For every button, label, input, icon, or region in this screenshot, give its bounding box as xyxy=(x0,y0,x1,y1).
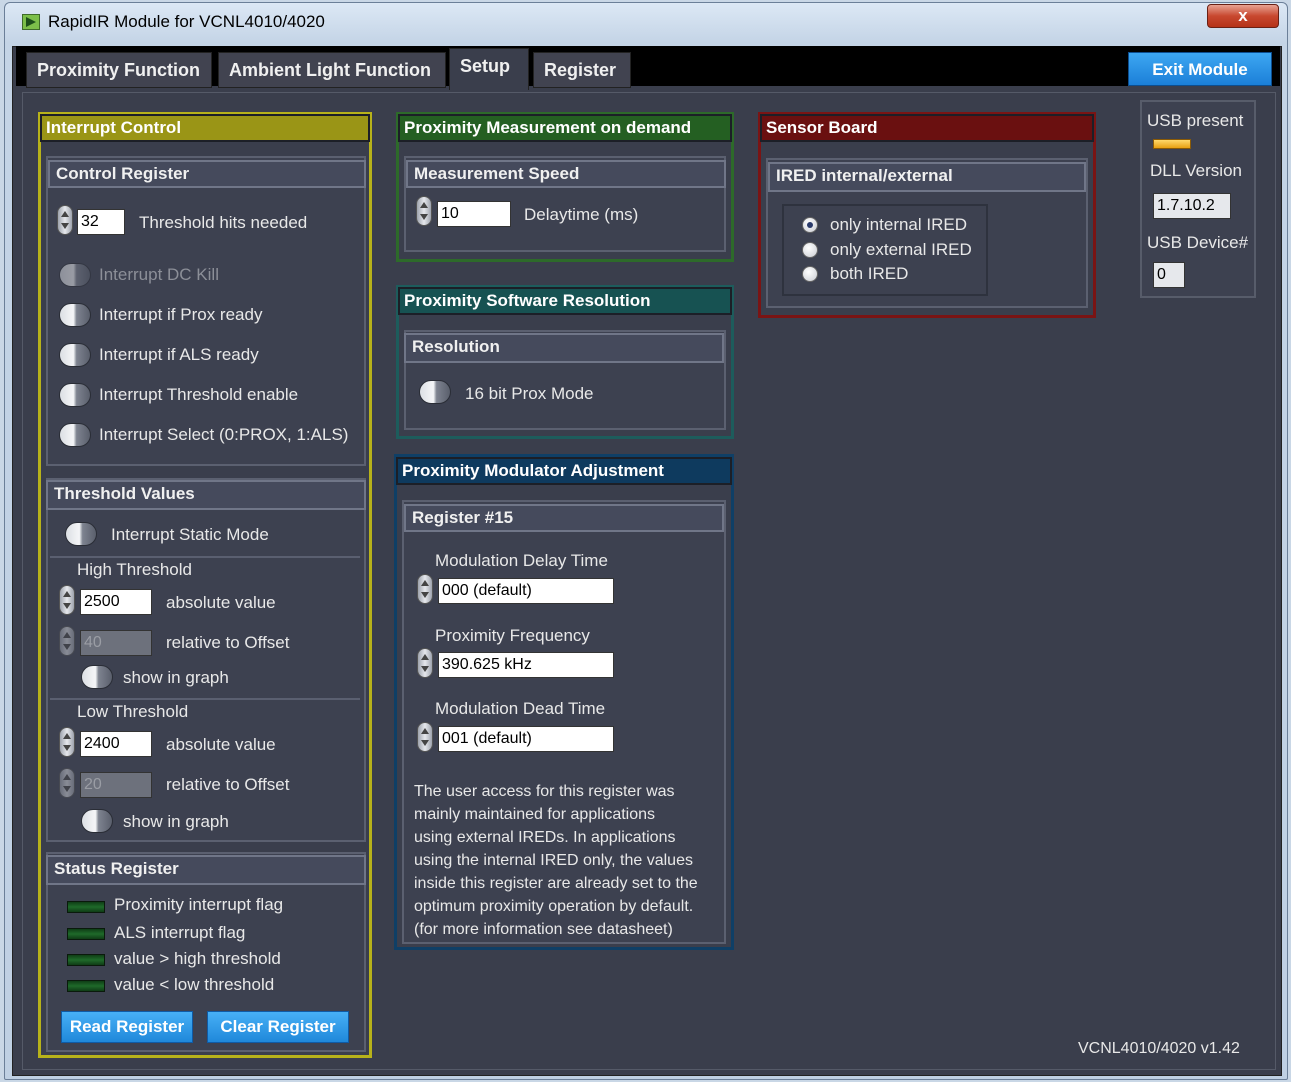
interrupt-static-mode-toggle[interactable] xyxy=(65,522,97,546)
interrupt-prox-ready-toggle[interactable] xyxy=(59,303,91,327)
app-icon xyxy=(22,14,40,30)
modulation-delay-stepper[interactable] xyxy=(417,574,433,604)
usb-device-label: USB Device# xyxy=(1147,233,1249,252)
interrupt-als-ready-label: Interrupt if ALS ready xyxy=(99,345,259,364)
only-external-ired-radio[interactable] xyxy=(802,242,818,258)
high-show-in-graph-label: show in graph xyxy=(123,668,229,687)
register-note-line: mainly maintained for applications xyxy=(414,806,656,823)
window-title: RapidIR Module for VCNL4010/4020 xyxy=(48,12,325,31)
measurement-speed-title: Measurement Speed xyxy=(406,160,726,188)
high-absolute-label: absolute value xyxy=(166,593,276,612)
high-show-in-graph-toggle[interactable] xyxy=(81,665,113,689)
proximity-frequency-stepper[interactable] xyxy=(417,648,433,678)
prox-on-demand-title: Proximity Measurement on demand xyxy=(398,114,732,142)
above-high-label: value > high threshold xyxy=(114,949,281,968)
interrupt-static-mode-label: Interrupt Static Mode xyxy=(111,525,269,544)
proximity-frequency-label: Proximity Frequency xyxy=(435,626,590,645)
register-note-line: using the internal IRED only, the values xyxy=(414,852,693,869)
register-note-line: using external IREDs. In applications xyxy=(414,829,676,846)
status-register-title: Status Register xyxy=(46,855,366,885)
tab-proximity-function[interactable]: Proximity Function xyxy=(26,52,212,88)
prox-resolution-title: Proximity Software Resolution xyxy=(398,287,732,315)
below-low-led xyxy=(67,980,105,992)
only-internal-ired-radio[interactable] xyxy=(802,217,818,233)
low-relative-field[interactable]: 20 xyxy=(80,772,152,798)
proximity-frequency-field[interactable]: 390.625 kHz xyxy=(438,652,614,678)
low-show-in-graph-toggle[interactable] xyxy=(81,809,113,833)
control-register-title: Control Register xyxy=(48,160,366,188)
threshold-hits-label: Threshold hits needed xyxy=(139,213,308,232)
tab-ambient-light-function[interactable]: Ambient Light Function xyxy=(218,52,446,88)
register15-title: Register #15 xyxy=(404,504,724,532)
als-interrupt-label: ALS interrupt flag xyxy=(114,923,246,942)
delaytime-field[interactable]: 10 xyxy=(437,201,511,227)
above-high-led xyxy=(67,954,105,966)
interrupt-select-label: Interrupt Select (0:PROX, 1:ALS) xyxy=(99,425,349,444)
high-relative-field[interactable]: 40 xyxy=(80,630,152,656)
proximity-interrupt-label: Proximity interrupt flag xyxy=(114,895,284,914)
exit-module-button[interactable]: Exit Module xyxy=(1128,52,1272,86)
modulator-title: Proximity Modulator Adjustment xyxy=(396,457,732,485)
threshold-values-title: Threshold Values xyxy=(46,480,366,510)
modulation-dead-time-label: Modulation Dead Time xyxy=(435,699,606,718)
register-note-line: optimum proximity operation by default. xyxy=(414,898,694,915)
read-register-button[interactable]: Read Register xyxy=(61,1011,193,1043)
16bit-prox-mode-label: 16 bit Prox Mode xyxy=(465,384,594,403)
als-interrupt-led xyxy=(67,928,105,940)
usb-present-led xyxy=(1153,139,1191,149)
interrupt-threshold-enable-toggle[interactable] xyxy=(59,383,91,407)
only-internal-ired-label: only internal IRED xyxy=(830,215,968,234)
modulation-dead-time-field[interactable]: 001 (default) xyxy=(438,726,614,752)
dll-version-field: 1.7.10.2 xyxy=(1153,193,1231,219)
resolution-title: Resolution xyxy=(404,333,724,363)
delaytime-stepper[interactable] xyxy=(416,196,432,226)
usb-device-field: 0 xyxy=(1153,262,1185,288)
close-button[interactable]: x xyxy=(1207,4,1279,28)
version-label: VCNL4010/4020 v1.42 xyxy=(1078,1040,1240,1057)
delaytime-label: Delaytime (ms) xyxy=(524,205,639,224)
modulation-dead-time-stepper[interactable] xyxy=(417,722,433,752)
ired-title: IRED internal/external xyxy=(768,162,1086,192)
interrupt-threshold-enable-label: Interrupt Threshold enable xyxy=(99,385,299,404)
high-relative-label: relative to Offset xyxy=(166,633,290,652)
interrupt-als-ready-toggle[interactable] xyxy=(59,343,91,367)
threshold-hits-stepper[interactable] xyxy=(57,205,73,235)
register-note-line: inside this register are already set to … xyxy=(414,875,698,892)
register-note-line: (for more information see datasheet) xyxy=(414,921,673,938)
below-low-label: value < low threshold xyxy=(114,975,275,994)
divider xyxy=(50,698,360,700)
divider xyxy=(50,556,360,558)
modulation-delay-label: Modulation Delay Time xyxy=(435,551,608,570)
low-absolute-stepper[interactable] xyxy=(59,727,75,757)
high-absolute-field[interactable]: 2500 xyxy=(80,589,152,615)
low-show-in-graph-label: show in graph xyxy=(123,812,229,831)
both-ired-radio[interactable] xyxy=(802,266,818,282)
low-threshold-title: Low Threshold xyxy=(77,702,189,721)
both-ired-label: both IRED xyxy=(830,264,909,283)
register-note-line: The user access for this register was xyxy=(414,783,675,800)
interrupt-dc-kill-label: Interrupt DC Kill xyxy=(99,265,219,284)
high-absolute-stepper[interactable] xyxy=(59,585,75,615)
usb-present-label: USB present xyxy=(1147,111,1244,130)
interrupt-prox-ready-label: Interrupt if Prox ready xyxy=(99,305,263,324)
dll-version-label: DLL Version xyxy=(1150,161,1242,180)
low-absolute-label: absolute value xyxy=(166,735,276,754)
clear-register-button[interactable]: Clear Register xyxy=(207,1011,349,1043)
interrupt-select-toggle[interactable] xyxy=(59,423,91,447)
sensor-board-title: Sensor Board xyxy=(760,114,1094,142)
low-relative-label: relative to Offset xyxy=(166,775,290,794)
high-threshold-title: High Threshold xyxy=(77,560,192,579)
low-absolute-field[interactable]: 2400 xyxy=(80,731,152,757)
threshold-hits-field[interactable]: 32 xyxy=(77,209,125,235)
interrupt-dc-kill-toggle[interactable] xyxy=(59,263,91,287)
proximity-interrupt-led xyxy=(67,901,105,913)
interrupt-control-title: Interrupt Control xyxy=(40,114,370,142)
high-relative-stepper[interactable] xyxy=(59,626,75,656)
low-relative-stepper[interactable] xyxy=(59,768,75,798)
only-external-ired-label: only external IRED xyxy=(830,240,972,259)
16bit-prox-mode-toggle[interactable] xyxy=(419,380,451,404)
tab-setup[interactable]: Setup xyxy=(449,48,529,90)
tab-register[interactable]: Register xyxy=(533,52,631,88)
modulation-delay-field[interactable]: 000 (default) xyxy=(438,578,614,604)
